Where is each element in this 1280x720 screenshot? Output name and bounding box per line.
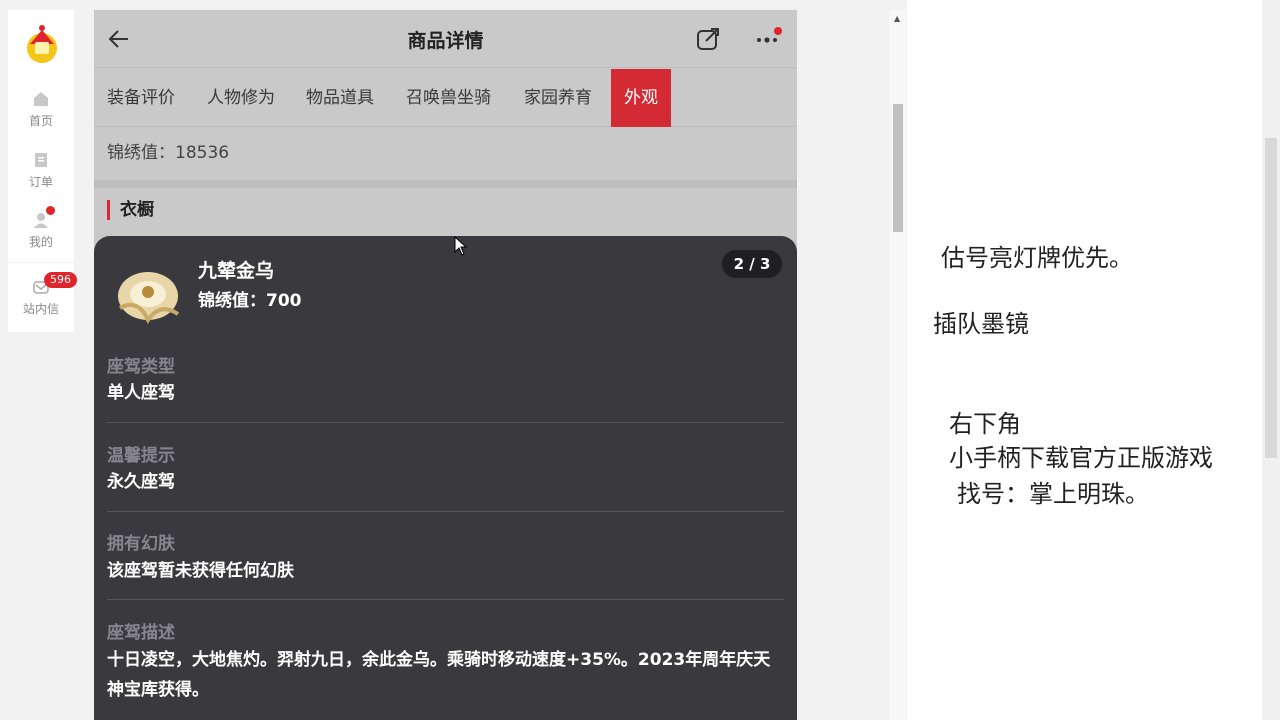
message-count-badge: 596 — [44, 272, 77, 288]
screen: 首页 订单 我的 站内信 596 商品详情 装备评价 人物修为 物品道具 召唤兽… — [0, 0, 1280, 720]
tab-equipment[interactable]: 装备评价 — [107, 69, 175, 127]
note-line: 插队墨镜 — [933, 310, 1029, 338]
divider — [107, 422, 784, 423]
scrollbar-thumb[interactable] — [893, 104, 903, 232]
tab-home[interactable]: 家园养育 — [524, 69, 592, 127]
home-icon — [34, 92, 48, 106]
sidebar-item-label: 站内信 — [22, 302, 59, 316]
mount-durability: 锦绣值：700 — [198, 291, 302, 311]
sidebar-item-label: 订单 — [28, 175, 53, 189]
left-nav: 首页 订单 我的 站内信 596 — [8, 10, 77, 332]
note-line: 找号：掌上明珠。 — [957, 480, 1149, 508]
mount-detail-popup: 九辇金乌 锦绣值：700 2 / 3 座驾类型 单人座驾 温馨提示 永久座驾 拥… — [94, 236, 797, 720]
mount-name: 九辇金乌 — [198, 260, 275, 282]
tab-items[interactable]: 物品道具 — [306, 69, 374, 127]
top-bar: 商品详情 — [94, 10, 797, 68]
note-line: 右下角 — [949, 410, 1021, 438]
field-label: 座驾类型 — [107, 357, 175, 377]
sidebar-item-label: 我的 — [28, 235, 53, 249]
order-icon — [35, 153, 47, 167]
tab-character[interactable]: 人物修为 — [207, 69, 275, 127]
sidebar-item-orders[interactable]: 订单 — [8, 151, 74, 190]
tab-appearance[interactable]: 外观 — [611, 69, 671, 127]
divider — [8, 262, 74, 263]
field-label: 温馨提示 — [107, 446, 175, 466]
page-title: 商品详情 — [407, 30, 484, 52]
field-value: 永久座驾 — [107, 472, 175, 492]
sidebar-item-label: 首页 — [28, 114, 53, 128]
section-title: 衣橱 — [107, 200, 154, 220]
tab-pets-mounts[interactable]: 召唤兽坐骑 — [406, 69, 491, 127]
total-durability: 锦绣值：18536 — [107, 143, 230, 163]
note-line: 估号亮灯牌优先。 — [941, 244, 1133, 272]
field-label: 拥有幻肤 — [107, 534, 175, 554]
divider — [107, 599, 784, 600]
field-value: 该座驾暂未获得任何幻肤 — [107, 561, 294, 581]
share-icon[interactable] — [696, 27, 720, 51]
note-line: 小手柄下载官方正版游戏 — [949, 444, 1213, 472]
scroll-up-arrow-icon[interactable]: ▲ — [894, 14, 900, 23]
notification-dot — [46, 206, 55, 215]
field-value: 单人座驾 — [107, 383, 175, 403]
pager-indicator: 2 / 3 — [722, 250, 782, 278]
sidebar-item-mine[interactable]: 我的 — [8, 211, 74, 250]
category-tabs: 装备评价 人物修为 物品道具 召唤兽坐骑 家园养育 外观 — [94, 69, 797, 127]
divider — [107, 511, 784, 512]
notes-panel: 估号亮灯牌优先。 插队墨镜 右下角 小手柄下载官方正版游戏 找号：掌上明珠。 — [907, 0, 1280, 720]
notes-scrollbar-thumb[interactable] — [1265, 138, 1277, 458]
more-options-icon[interactable] — [754, 27, 782, 51]
divider — [94, 180, 797, 188]
field-label: 座驾描述 — [107, 623, 175, 643]
mount-thumbnail — [118, 272, 180, 325]
sidebar-item-home[interactable]: 首页 — [8, 90, 74, 129]
mouse-cursor-icon — [454, 236, 468, 256]
field-value: 十日凌空，大地焦灼。羿射九日，余此金乌。乘骑时移动速度+35%。2023年周年庆… — [107, 650, 771, 700]
app-logo-icon[interactable] — [20, 22, 64, 66]
